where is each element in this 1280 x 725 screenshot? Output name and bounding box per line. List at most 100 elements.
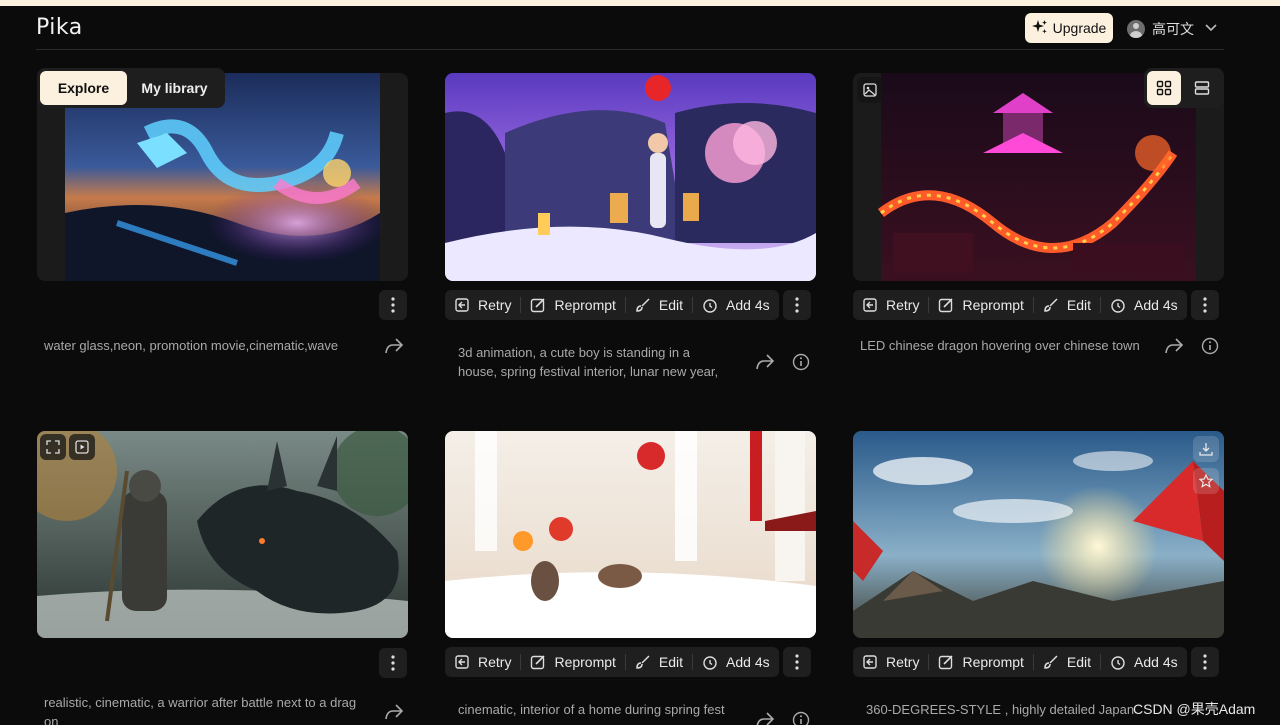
- timer-plus-icon: [703, 656, 717, 670]
- thumbnail-art: [37, 431, 408, 638]
- user-name: 高可文: [1152, 21, 1194, 37]
- share-icon[interactable]: [383, 335, 405, 357]
- prompt-text: realistic, cinematic, a warrior after ba…: [44, 695, 357, 725]
- more-options-button[interactable]: [782, 290, 811, 320]
- prompt-text: 360-DEGREES-STYLE , highly detailed Japa…: [866, 702, 1135, 717]
- prompt-text: cinematic, interior of a home during spr…: [458, 702, 725, 717]
- retry-label: Retry: [886, 654, 920, 670]
- thumbnail-art: [445, 431, 816, 638]
- prompt-text: 3d animation, a cute boy is standing in …: [458, 345, 719, 379]
- add-4s-button[interactable]: Add 4s: [693, 290, 779, 320]
- add-4s-button[interactable]: Add 4s: [1101, 647, 1187, 677]
- edit-button[interactable]: Edit: [626, 647, 692, 677]
- header: Pika Upgrade 高可文: [36, 6, 1224, 50]
- download-icon[interactable]: [1193, 436, 1219, 462]
- tab-my-library[interactable]: My library: [127, 71, 222, 105]
- user-menu[interactable]: 高可文: [1127, 17, 1221, 41]
- reprompt-label: Reprompt: [962, 297, 1024, 313]
- more-options-button[interactable]: [379, 648, 407, 678]
- retry-label: Retry: [886, 297, 920, 313]
- explore-library-switch: Explore My library: [37, 68, 225, 108]
- grid-view-button[interactable]: [1147, 71, 1181, 105]
- brush-icon: [636, 298, 650, 312]
- edit-button[interactable]: Edit: [1034, 647, 1100, 677]
- add-4s-button[interactable]: Add 4s: [693, 647, 779, 677]
- timer-plus-icon: [1111, 656, 1125, 670]
- upgrade-label: Upgrade: [1052, 20, 1107, 36]
- star-icon[interactable]: [1193, 468, 1219, 494]
- reprompt-button[interactable]: Reprompt: [521, 290, 624, 320]
- play-video-icon[interactable]: [69, 434, 95, 460]
- reprompt-button[interactable]: Reprompt: [929, 647, 1032, 677]
- list-view-button[interactable]: [1185, 71, 1219, 105]
- pencil-square-icon: [531, 298, 546, 313]
- chevron-down-icon: [1201, 21, 1221, 37]
- video-toolbar: Retry Reprompt Edit Add 4s: [853, 290, 1219, 320]
- retry-button[interactable]: Retry: [853, 290, 928, 320]
- video-thumbnail-2[interactable]: [445, 73, 816, 281]
- fullscreen-icon[interactable]: [40, 434, 66, 460]
- retry-button[interactable]: Retry: [445, 290, 520, 320]
- thumbnail-art: [445, 73, 816, 281]
- share-icon[interactable]: [754, 709, 776, 725]
- vertical-dots-icon: [391, 655, 395, 671]
- share-icon[interactable]: [1163, 335, 1185, 357]
- image-icon[interactable]: [857, 77, 883, 103]
- list-icon: [1194, 81, 1210, 95]
- reprompt-button[interactable]: Reprompt: [929, 290, 1032, 320]
- view-mode-toggle: [1144, 68, 1224, 108]
- toolbar-actions: Retry Reprompt Edit Add 4s: [445, 647, 779, 677]
- vertical-dots-icon: [795, 654, 799, 670]
- brush-icon: [1044, 298, 1058, 312]
- timer-plus-icon: [1111, 299, 1125, 313]
- reprompt-label: Reprompt: [554, 297, 616, 313]
- edit-button[interactable]: Edit: [1034, 290, 1100, 320]
- share-icon[interactable]: [383, 701, 405, 723]
- prompt-text: LED chinese dragon hovering over chinese…: [860, 338, 1140, 353]
- thumbnail-art: [853, 431, 1224, 638]
- grid-icon: [1156, 80, 1172, 96]
- more-options-button[interactable]: [1190, 290, 1219, 320]
- retry-button[interactable]: Retry: [445, 647, 520, 677]
- info-icon[interactable]: [790, 709, 812, 725]
- vertical-dots-icon: [1203, 297, 1207, 313]
- toolbar-actions: Retry Reprompt Edit Add 4s: [853, 290, 1187, 320]
- vertical-dots-icon: [1203, 654, 1207, 670]
- video-thumbnail-6[interactable]: [853, 431, 1224, 638]
- edit-label: Edit: [658, 654, 684, 670]
- retry-button[interactable]: Retry: [853, 647, 928, 677]
- retry-icon: [455, 298, 469, 312]
- video-toolbar: Retry Reprompt Edit Add 4s: [445, 647, 811, 677]
- upgrade-button[interactable]: Upgrade: [1025, 13, 1113, 43]
- pencil-square-icon: [939, 655, 954, 670]
- add-4s-label: Add 4s: [1134, 654, 1178, 670]
- tab-explore[interactable]: Explore: [40, 71, 127, 105]
- reprompt-button[interactable]: Reprompt: [521, 647, 624, 677]
- video-toolbar: Retry Reprompt Edit Add 4s: [445, 290, 811, 320]
- more-options-button[interactable]: [379, 290, 407, 320]
- video-toolbar: Retry Reprompt Edit Add 4s: [853, 647, 1219, 677]
- pika-logo[interactable]: Pika: [36, 15, 83, 40]
- retry-icon: [863, 655, 877, 669]
- add-4s-label: Add 4s: [726, 654, 770, 670]
- toolbar-actions: Retry Reprompt Edit Add 4s: [445, 290, 779, 320]
- info-icon[interactable]: [1199, 335, 1221, 357]
- more-options-button[interactable]: [782, 647, 811, 677]
- more-options-button[interactable]: [1190, 647, 1219, 677]
- add-4s-label: Add 4s: [726, 297, 770, 313]
- video-thumbnail-5[interactable]: [445, 431, 816, 638]
- pencil-square-icon: [939, 298, 954, 313]
- video-thumbnail-4[interactable]: [37, 431, 408, 638]
- edit-label: Edit: [1066, 654, 1092, 670]
- vertical-dots-icon: [795, 297, 799, 313]
- edit-button[interactable]: Edit: [626, 290, 692, 320]
- retry-icon: [863, 298, 877, 312]
- share-icon[interactable]: [754, 351, 776, 373]
- prompt-text: water glass,neon, promotion movie,cinema…: [44, 338, 339, 353]
- reprompt-label: Reprompt: [554, 654, 616, 670]
- retry-label: Retry: [478, 654, 512, 670]
- toolbar-actions: Retry Reprompt Edit Add 4s: [853, 647, 1187, 677]
- info-icon[interactable]: [790, 351, 812, 373]
- retry-label: Retry: [478, 297, 512, 313]
- add-4s-button[interactable]: Add 4s: [1101, 290, 1187, 320]
